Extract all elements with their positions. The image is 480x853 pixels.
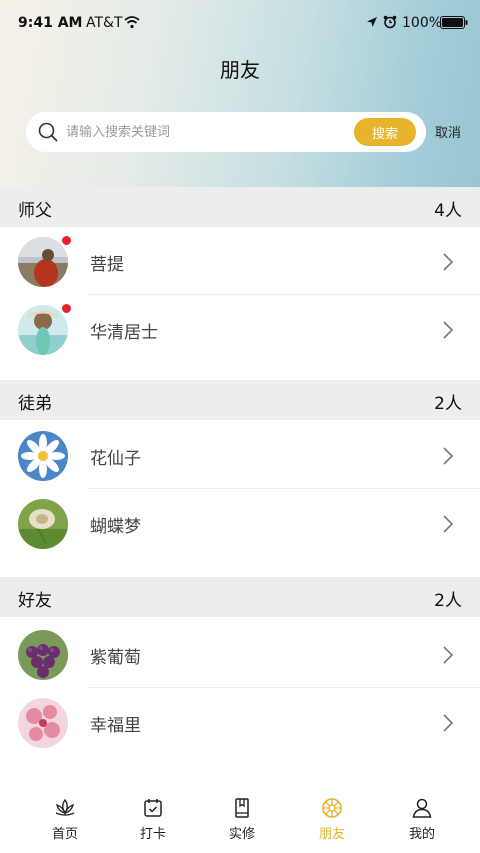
cancel-button[interactable]: 取消 [435, 122, 461, 141]
list-item[interactable]: 幸福里 [0, 688, 480, 756]
tab-label: 打卡 [139, 827, 166, 842]
status-bar: 9:41 AM AT&T 100% [0, 12, 480, 36]
section-title: 好友 [18, 591, 52, 611]
battery-percent: 100% [402, 15, 443, 31]
tab-label: 朋友 [318, 827, 345, 842]
status-carrier: AT&T [86, 15, 123, 31]
friend-name: 蝴蝶梦 [90, 517, 141, 537]
page-title: 朋友 [220, 58, 260, 82]
avatar [18, 237, 68, 287]
avatar [18, 305, 68, 355]
section-header-friends: 好友 2人 [0, 577, 480, 617]
chevron-right-icon [443, 253, 454, 271]
section-header-disciples: 徒弟 2人 [0, 380, 480, 420]
section-header-masters: 师父 4人 [0, 187, 480, 227]
tab-label: 实修 [228, 827, 255, 842]
friend-name: 幸福里 [90, 716, 141, 736]
friend-name: 菩提 [90, 255, 124, 275]
friend-name: 紫葡萄 [90, 648, 141, 668]
status-time: 9:41 AM [18, 15, 83, 31]
section-count: 2人 [434, 591, 462, 611]
tab-label: 我的 [408, 827, 435, 842]
unread-badge [61, 235, 72, 246]
book-icon [235, 798, 249, 818]
chevron-right-icon [443, 646, 454, 664]
alarm-icon [383, 15, 397, 29]
section-title: 徒弟 [18, 394, 52, 414]
avatar [18, 499, 68, 549]
avatar [18, 630, 68, 680]
chevron-right-icon [443, 321, 454, 339]
tab-home[interactable]: 首页 [17, 790, 113, 853]
wifi-icon [124, 16, 140, 29]
section-count: 4人 [434, 201, 462, 221]
list-item[interactable]: 菩提 [0, 227, 480, 295]
chevron-right-icon [443, 714, 454, 732]
user-icon [412, 798, 432, 818]
section-count: 2人 [434, 394, 462, 414]
lotus-icon [55, 798, 75, 816]
calendar-check-icon [144, 799, 162, 817]
tab-checkin[interactable]: 打卡 [105, 790, 201, 853]
list-item[interactable]: 紫葡萄 [0, 620, 480, 688]
chevron-right-icon [443, 447, 454, 465]
tab-label: 首页 [51, 827, 78, 842]
search-icon [38, 122, 58, 142]
battery-icon [440, 16, 468, 29]
location-arrow-icon [367, 17, 377, 27]
search-bar: 搜索 [26, 112, 426, 152]
friend-name: 花仙子 [90, 449, 141, 469]
section-title: 师父 [18, 201, 52, 221]
chevron-right-icon [443, 515, 454, 533]
list-item[interactable]: 华清居士 [0, 295, 480, 363]
dharma-wheel-icon [322, 798, 342, 818]
search-button[interactable]: 搜索 [354, 118, 416, 146]
avatar [18, 431, 68, 481]
list-item[interactable]: 蝴蝶梦 [0, 489, 480, 557]
tab-bar: 首页 打卡 实修 朋友 我的 [0, 790, 480, 853]
search-input[interactable] [66, 112, 346, 152]
unread-badge [61, 303, 72, 314]
avatar [18, 698, 68, 748]
tab-profile[interactable]: 我的 [374, 790, 470, 853]
list-item[interactable]: 花仙子 [0, 421, 480, 489]
friend-name: 华清居士 [90, 323, 158, 343]
tab-friends[interactable]: 朋友 [284, 790, 380, 853]
tab-practice[interactable]: 实修 [194, 790, 290, 853]
